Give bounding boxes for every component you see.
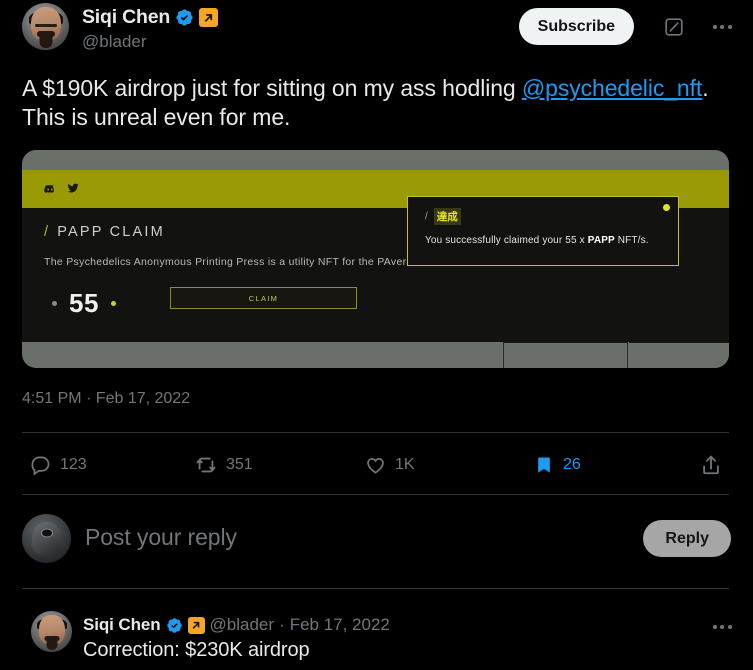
twitter-bird-icon[interactable] bbox=[67, 181, 79, 199]
verified-check-icon bbox=[166, 617, 183, 634]
quantity-increment-icon[interactable] bbox=[110, 301, 116, 306]
bookmark-filled-icon bbox=[538, 457, 550, 473]
bookmark-count: 26 bbox=[563, 456, 581, 473]
like-count: 1K bbox=[395, 456, 415, 473]
author-display-name[interactable]: Siqi Chen bbox=[82, 6, 170, 29]
reply-display-name[interactable]: Siqi Chen bbox=[83, 615, 161, 635]
toast-message-post: NFT/s. bbox=[614, 235, 649, 246]
toast-badge: 達成 bbox=[433, 208, 461, 225]
dapp-description: The Psychedelics Anonymous Printing Pres… bbox=[44, 256, 422, 268]
toast-header: / 達成 bbox=[425, 208, 461, 225]
tweet-header: Siqi Chen @blader Subscribe bbox=[0, 0, 753, 62]
reply-composer: Post your reply Reply bbox=[0, 500, 753, 582]
author-handle[interactable]: @blader bbox=[82, 32, 147, 52]
captured-window: / PAPP CLAIM The Psychedelics Anonymous P… bbox=[22, 170, 729, 342]
dapp-section-title: / PAPP CLAIM bbox=[44, 224, 165, 240]
reply-action[interactable]: 123 bbox=[30, 444, 87, 486]
bookmark-action[interactable]: 26 bbox=[534, 444, 581, 486]
avatar-visor bbox=[41, 528, 54, 538]
verified-check-icon bbox=[175, 8, 194, 27]
reply-count: 123 bbox=[60, 456, 87, 473]
retweet-count: 351 bbox=[226, 456, 253, 473]
toast-message-pre: You successfully claimed your 55 x bbox=[425, 235, 588, 246]
share-action[interactable] bbox=[700, 444, 722, 486]
dapp-title-slash: / bbox=[44, 224, 51, 240]
reply-input[interactable]: Post your reply bbox=[85, 524, 237, 551]
dots-glyph bbox=[712, 25, 732, 29]
dapp-quantity-stepper[interactable]: 55 bbox=[52, 288, 116, 319]
toast-message: You successfully claimed your 55 x PAPP … bbox=[425, 235, 649, 246]
dapp-title-text: PAPP CLAIM bbox=[57, 224, 165, 240]
reply-bubble-icon bbox=[31, 455, 50, 476]
retweet-action[interactable]: 351 bbox=[195, 444, 253, 486]
avatar-beard bbox=[46, 641, 57, 651]
divider-above-composer bbox=[22, 494, 729, 495]
divider-above-actions bbox=[22, 432, 729, 433]
affiliate-arrow-icon[interactable] bbox=[199, 8, 219, 27]
tweet-timestamp[interactable]: 4:51 PM · Feb 17, 2022 bbox=[22, 390, 190, 408]
tweet-media-image[interactable]: / PAPP CLAIM The Psychedelics Anonymous P… bbox=[22, 150, 729, 368]
toast-message-bold: PAPP bbox=[587, 235, 615, 246]
reply-handle[interactable]: @blader bbox=[210, 615, 275, 635]
tweet-detail-page: Siqi Chen @blader Subscribe A $190K aird… bbox=[0, 0, 753, 670]
toast-close-dot[interactable] bbox=[663, 204, 670, 211]
tweet-body-text: A $190K airdrop just for sitting on my a… bbox=[22, 74, 734, 132]
tweet-action-bar: 123 351 1K 26 bbox=[22, 444, 729, 486]
reply-tweet-text: Correction: $230K airdrop bbox=[83, 639, 310, 661]
avatar-siqi-chen[interactable] bbox=[22, 3, 69, 50]
captured-window-panel-a bbox=[503, 342, 628, 368]
discord-icon[interactable] bbox=[44, 181, 56, 199]
avatar-siqi-chen-reply[interactable] bbox=[31, 611, 72, 652]
quantity-decrement-icon[interactable] bbox=[52, 301, 57, 306]
dapp-social-links bbox=[44, 181, 79, 199]
avatar-current-user[interactable] bbox=[22, 514, 71, 563]
toast-notification: / 達成 You successfully claimed your 55 x … bbox=[407, 196, 679, 266]
affiliate-arrow-icon[interactable] bbox=[187, 616, 205, 634]
mention-link[interactable]: @psychedelic_nft bbox=[522, 75, 702, 101]
reply-submit-button[interactable]: Reply bbox=[643, 520, 731, 557]
more-options-icon[interactable] bbox=[705, 12, 739, 42]
grok-icon[interactable] bbox=[659, 12, 689, 42]
avatar-moustache bbox=[36, 31, 55, 38]
divider-above-reply-tweet bbox=[22, 588, 729, 589]
retweet-icon bbox=[196, 457, 216, 473]
avatar-brow bbox=[34, 23, 57, 27]
captured-window-panel-b bbox=[629, 342, 729, 368]
toast-slash: / bbox=[425, 211, 428, 222]
reply-date[interactable]: Feb 17, 2022 bbox=[290, 615, 390, 635]
subscribe-button[interactable]: Subscribe bbox=[518, 8, 634, 45]
dots-glyph bbox=[712, 625, 732, 629]
quantity-value: 55 bbox=[69, 288, 99, 318]
avatar-helmet bbox=[31, 521, 62, 556]
share-upload-icon bbox=[703, 455, 719, 475]
reply-author-line: Siqi Chen @blader · Feb 17, 2022 bbox=[83, 615, 390, 635]
heart-icon bbox=[367, 457, 384, 474]
reply-separator: · bbox=[279, 615, 285, 634]
tweet-text-part1: A $190K airdrop just for sitting on my a… bbox=[22, 75, 522, 101]
like-action[interactable]: 1K bbox=[365, 444, 415, 486]
reply-tweet: Siqi Chen @blader · Feb 17, 2022 Correct… bbox=[0, 596, 753, 670]
claim-button[interactable]: CLAIM bbox=[170, 287, 357, 309]
more-options-icon[interactable] bbox=[705, 616, 739, 638]
avatar-beard bbox=[39, 37, 52, 49]
avatar-moustache bbox=[44, 635, 59, 641]
author-name-line: Siqi Chen bbox=[82, 6, 219, 29]
